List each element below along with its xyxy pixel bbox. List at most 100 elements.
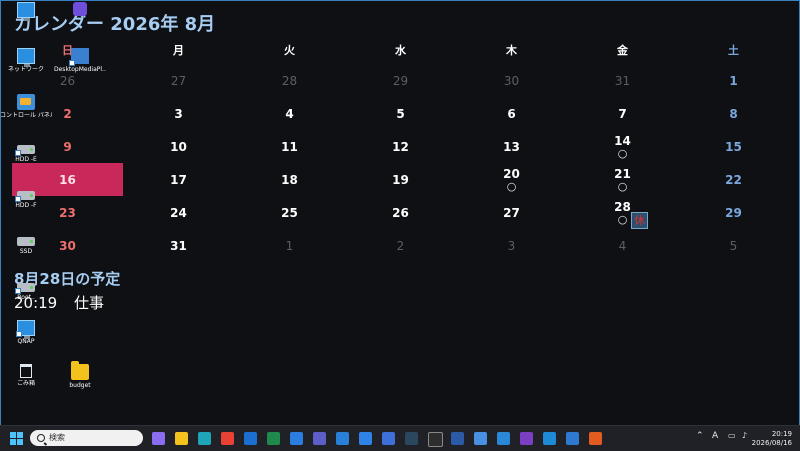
security-taskbar-icon[interactable] [566,432,579,445]
calendar-day[interactable]: 30 [456,64,567,97]
calendar-day[interactable]: 15 [678,130,789,163]
mail-taskbar-icon[interactable] [290,432,303,445]
desktop-icon-top-monitor[interactable] [0,2,52,21]
calendar-day[interactable]: 3 [123,97,234,130]
teams-taskbar-icon[interactable] [313,432,326,445]
calendar-day[interactable]: 14 ○ [567,130,678,163]
desktop-icon-recycle-bin[interactable]: ごみ箱 [0,364,52,388]
hard-drive-icon [15,191,35,202]
desktop-icon-hdd-other[interactable]: Boot.. [0,278,52,302]
desktop-icon-hdd-f[interactable]: HDD -F [0,186,52,210]
calendar-day[interactable]: 20 ○ [456,163,567,196]
day-number: 5 [396,107,405,121]
ime-indicator[interactable]: A [712,431,718,441]
calendar-day[interactable]: 27 [456,196,567,229]
day-number: 12 [392,140,409,154]
taskbar: 検索 ⌃ A ▭ ♪ 20:19 2026/08/16 [0,425,800,451]
day-number: 27 [503,206,520,220]
copilot-taskbar-icon[interactable] [152,432,165,445]
calendar-day[interactable]: 17 [123,163,234,196]
day-number: 1 [285,239,294,253]
calendar-day[interactable]: 1 [234,229,345,262]
clock-date: 2026/08/16 [751,439,792,447]
calendar-day[interactable]: 27 [123,64,234,97]
calendar-day[interactable]: 28 [234,64,345,97]
calendar-day[interactable]: 29 [345,64,456,97]
desktop-icon-label: DesktopMediaPl... [54,66,106,73]
calendar-day[interactable]: 10 [123,130,234,163]
mail2-taskbar-icon[interactable] [474,432,487,445]
edge-taskbar-icon[interactable] [198,432,211,445]
day-number: 4 [618,239,627,253]
todo-taskbar-icon[interactable] [359,432,372,445]
excel-taskbar-icon[interactable] [267,432,280,445]
calendar-day[interactable]: 2 [345,229,456,262]
desktop-icon-control-panel[interactable]: コントロール パネル [0,94,52,120]
calendar-day[interactable]: 8 [678,97,789,130]
calendar-day[interactable]: 31 [567,64,678,97]
calendar-day[interactable]: 26 [345,196,456,229]
calendar-day[interactable]: 21 ○ [567,163,678,196]
desktop-icon-hdd-e[interactable]: HDD -E [0,140,52,164]
tray-overflow-chevron-icon[interactable]: ⌃ [696,431,704,441]
day-number: 20 [503,167,520,181]
calendar-day[interactable]: 4 [567,229,678,262]
calendar-day[interactable]: 11 [234,130,345,163]
day-number: 5 [729,239,738,253]
windows-logo-icon [17,439,23,445]
desktop-icon-ssd[interactable]: SSD [0,232,52,256]
calendar-day[interactable]: 13 [456,130,567,163]
desktop-icon-label: ごみ箱 [16,380,35,387]
calendar-day[interactable]: 19 [345,163,456,196]
shortcut-arrow-icon [15,196,21,202]
calendar-day[interactable]: 5 [678,229,789,262]
calendar-day[interactable]: 29 [678,196,789,229]
desktop-icon-label: コントロール パネル [0,112,52,119]
calendar-day[interactable]: 6 [456,97,567,130]
powershell-taskbar-icon[interactable] [451,432,464,445]
day-number: 11 [281,140,298,154]
hard-drive-icon [15,145,35,156]
tools-taskbar-icon[interactable] [589,432,602,445]
vs-taskbar-icon[interactable] [520,432,533,445]
desktop-icon-label: Boot.. [17,294,35,301]
calendar-day[interactable]: 28 ○ [567,196,678,229]
steam-taskbar-icon[interactable] [405,432,418,445]
volume-icon[interactable]: ♪ [742,431,747,440]
day-number: 28 [614,200,631,214]
search-icon [37,434,45,442]
windows-logo-icon [10,439,16,445]
calendar-day[interactable]: 3 [456,229,567,262]
calendar-day[interactable]: 7 [567,97,678,130]
calendar-day[interactable]: 5 [345,97,456,130]
calendar-day[interactable]: 4 [234,97,345,130]
office-taskbar-icon[interactable] [336,432,349,445]
desktop-icon-network[interactable]: ネットワーク [0,48,52,74]
desktop-icon-media-player[interactable]: DesktopMediaPl... [54,48,106,74]
network-status-icon[interactable]: ▭ [728,431,736,440]
onedrive-cloud-taskbar-icon[interactable] [497,432,510,445]
calendar-day[interactable]: 18 [234,163,345,196]
calendar-day[interactable]: 12 [345,130,456,163]
vscode-taskbar-icon[interactable] [543,432,556,445]
day-number: 29 [725,206,742,220]
desktop-icon-budget-folder[interactable]: budget [54,361,106,390]
outlook-taskbar-icon[interactable] [244,432,257,445]
calendar-day[interactable]: 25 [234,196,345,229]
desktop-icon-purple-app[interactable] [54,2,106,16]
desktop-icon-qnap[interactable]: QNAP [0,320,52,346]
calendar-day[interactable]: 24 [123,196,234,229]
terminal-taskbar-icon[interactable] [428,432,443,447]
calendar-day[interactable]: 31 [123,229,234,262]
start-button[interactable] [10,432,23,445]
media-player-icon [69,48,89,66]
weekday-sat: 土 [728,44,739,57]
calendar-day[interactable]: 1 [678,64,789,97]
zoom-taskbar-icon[interactable] [382,432,395,445]
calendar-day[interactable]: 22 [678,163,789,196]
taskbar-search[interactable]: 検索 [30,430,143,446]
explorer-taskbar-icon[interactable] [175,432,188,445]
chrome-taskbar-icon[interactable] [221,432,234,445]
desktop-icon-label: SSD [19,248,33,255]
taskbar-clock[interactable]: 20:19 2026/08/16 [752,430,792,448]
